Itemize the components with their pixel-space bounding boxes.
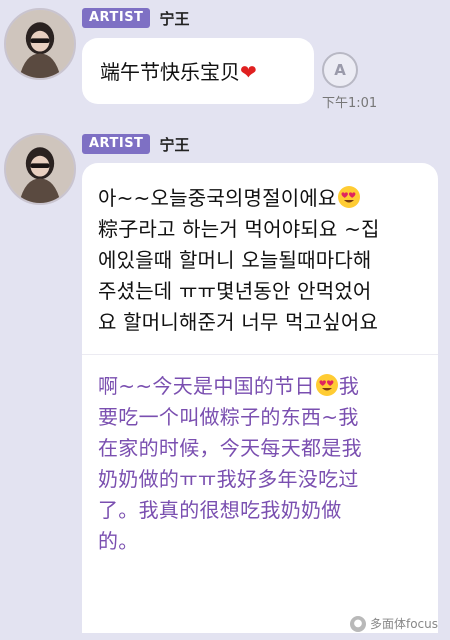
chinese-line: 奶奶做的ㅠㅠ我好多年没吃过	[98, 467, 359, 491]
heart-eyes-emoji	[315, 374, 338, 396]
avatar[interactable]	[4, 133, 76, 205]
korean-line: 주셨는데 ㅠㅠ몇년동안 안먹었어	[98, 279, 372, 303]
translate-button[interactable]: A	[322, 52, 358, 88]
chinese-translation: 啊~~今天是中国的节日我 要吃一个叫做粽子的东西~我 在家的时候，今天每天都是我…	[98, 371, 424, 557]
chinese-line: 了。我真的很想吃我奶奶做	[98, 498, 342, 522]
chinese-line: 要吃一个叫做粽子的东西~我	[98, 405, 359, 429]
artist-badge: ARTIST	[82, 8, 151, 28]
avatar[interactable]	[4, 8, 76, 80]
artist-badge: ARTIST	[82, 134, 151, 154]
korean-text: 아~~오늘중국의명절이에요 粽子라고 하는거 먹어야되요 ~집 에있을때 할머니…	[98, 183, 424, 338]
sender-row: ARTIST 宁王	[82, 134, 189, 154]
sender-row: ARTIST 宁王	[82, 8, 189, 28]
divider	[82, 354, 438, 355]
korean-line: 에있을때 할머니 오늘될때마다해	[98, 248, 372, 272]
chinese-line: 啊~~今天是中国的节日我	[98, 374, 360, 398]
message-bubble[interactable]: 아~~오늘중국의명절이에요 粽子라고 하는거 먹어야되요 ~집 에있을때 할머니…	[82, 163, 438, 633]
watermark: ● 多面体focus	[349, 615, 438, 632]
message-bubble[interactable]: 端午节快乐宝贝❤	[82, 38, 314, 104]
wechat-icon: ●	[349, 615, 366, 632]
heart-eyes-emoji	[337, 186, 360, 208]
sender-name: 宁王	[159, 9, 190, 28]
korean-line: 아~~오늘중국의명절이에요	[98, 183, 424, 214]
korean-line: 요 할머니해준거 너무 먹고싶어요	[98, 310, 379, 334]
chinese-line: 在家的时候，今天每天都是我	[98, 436, 362, 460]
chinese-line: 的。	[98, 529, 139, 553]
korean-line: 粽子라고 하는거 먹어야되요 ~집	[98, 217, 380, 241]
message-text: 端午节快乐宝贝❤	[100, 60, 257, 84]
translate-icon: A	[334, 61, 346, 79]
message-time: 下午1:01	[322, 96, 378, 111]
sender-name: 宁王	[159, 135, 190, 154]
red-heart-emoji: ❤	[240, 60, 257, 84]
